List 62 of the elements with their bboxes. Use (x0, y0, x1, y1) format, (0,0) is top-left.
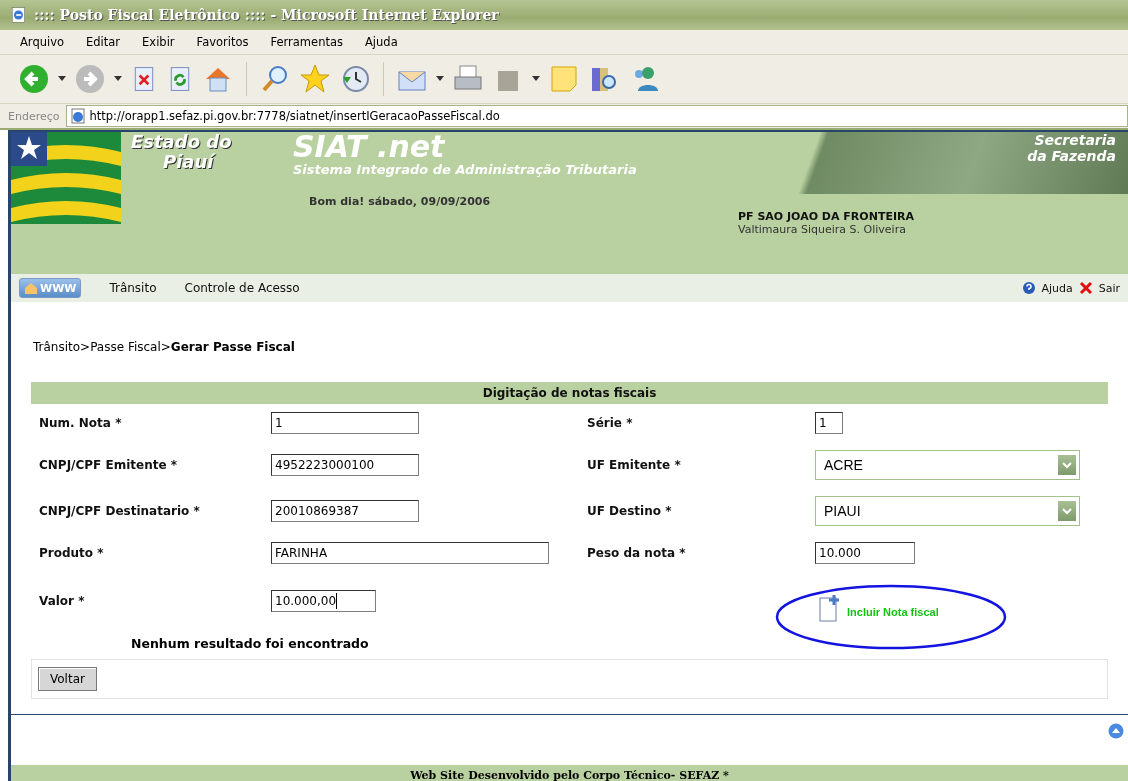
text-field[interactable]: FARINHA (271, 542, 549, 564)
address-label: Endereço (8, 109, 60, 123)
text-field[interactable]: 4952223000100 (271, 454, 419, 476)
add-document-icon[interactable] (819, 594, 841, 622)
home-icon (24, 282, 38, 294)
back-button[interactable]: Voltar (38, 667, 97, 691)
user-name: Valtimaura Siqueira S. Oliveira (738, 223, 907, 236)
field-label: Série * (586, 416, 634, 430)
field-label: CNPJ/CPF Emitente * (38, 458, 179, 472)
breadcrumb: Trânsito>Passe Fiscal>Gerar Passe Fiscal (33, 340, 296, 354)
dropdown-caret-icon[interactable] (58, 76, 66, 82)
state-name: Estado do (131, 132, 232, 152)
chevron-down-icon (1062, 507, 1072, 515)
page-e-icon (69, 108, 86, 124)
state-name: Piauí (163, 152, 214, 172)
secretariat-name: Secretaria (1034, 132, 1116, 148)
address-url: http://orapp1.sefaz.pi.gov.br:7778/siatnet/insertIGeracaoPasseFiscal.do (89, 109, 500, 123)
field-label: UF Destino * (586, 504, 673, 518)
text-field[interactable]: 1 (815, 412, 843, 434)
nav-menu-item[interactable]: Trânsito (109, 281, 157, 295)
scroll-up-icon[interactable] (1108, 723, 1124, 739)
dropdown-caret-icon[interactable] (114, 76, 122, 82)
form-header: Digitação de notas fiscais (31, 382, 1108, 404)
dropdown-caret-icon[interactable] (532, 76, 540, 82)
text-field[interactable]: 1 (271, 412, 419, 434)
field-label: CNPJ/CPF Destinatario * (38, 504, 201, 518)
menu-item[interactable]: Editar (86, 35, 121, 49)
nav-menu-item[interactable]: Controle de Acesso (184, 281, 300, 295)
window-title: :::: Posto Fiscal Eletrônico :::: - Microsoft Internet Explorer (34, 7, 499, 23)
system-title: SIAT .net (293, 132, 447, 162)
dropdown-button[interactable] (1058, 455, 1076, 475)
menu-item[interactable]: Exibir (142, 35, 175, 49)
system-subtitle: Sistema Integrado de Administração Tributaria (293, 162, 638, 177)
help-icon[interactable] (1023, 282, 1036, 294)
text-field[interactable]: 10.000 (815, 542, 915, 564)
menu-item[interactable]: Ferramentas (270, 35, 343, 49)
field-label: Valor * (38, 594, 86, 608)
field-label: Num. Nota * (38, 416, 123, 430)
exit-link[interactable]: Sair (1098, 281, 1120, 295)
field-label: Peso da nota * (586, 546, 687, 560)
dropdown-caret-icon[interactable] (436, 76, 444, 82)
field-label: UF Emitente * (586, 458, 682, 472)
help-link[interactable]: Ajuda (1041, 281, 1073, 295)
select-field[interactable]: PIAUI (815, 496, 1080, 526)
select-field[interactable]: ACRE (815, 450, 1080, 480)
field-label: Produto * (38, 546, 105, 560)
browser-e-icon[interactable] (10, 6, 28, 24)
close-icon[interactable] (1078, 281, 1093, 295)
chevron-down-icon (1062, 461, 1072, 469)
menu-item[interactable]: Ajuda (365, 35, 398, 49)
menu-item[interactable]: Arquivo (20, 35, 65, 49)
empty-message: Nenhum resultado foi encontrado (131, 636, 370, 651)
text-field[interactable]: 20010869387 (271, 500, 419, 522)
dropdown-button[interactable] (1058, 501, 1076, 521)
fiscal-post-name: PF SAO JOAO DA FRONTEIRA (738, 210, 915, 223)
secretariat-name: da Fazenda (1027, 148, 1116, 164)
address-field[interactable]: http://orapp1.sefaz.pi.gov.br:7778/siatnet/insertIGeracaoPasseFiscal.do (65, 105, 1128, 127)
menu-item[interactable]: Favoritos (196, 35, 249, 49)
footer-text: Web Site Desenvolvido pelo Corpo Técnico- SEFAZ * (410, 768, 729, 781)
greeting-text: Bom dia! sábado, 09/09/2006 (309, 195, 492, 208)
text-field[interactable]: 10.000,00 (271, 590, 376, 612)
star-icon[interactable] (299, 63, 331, 95)
